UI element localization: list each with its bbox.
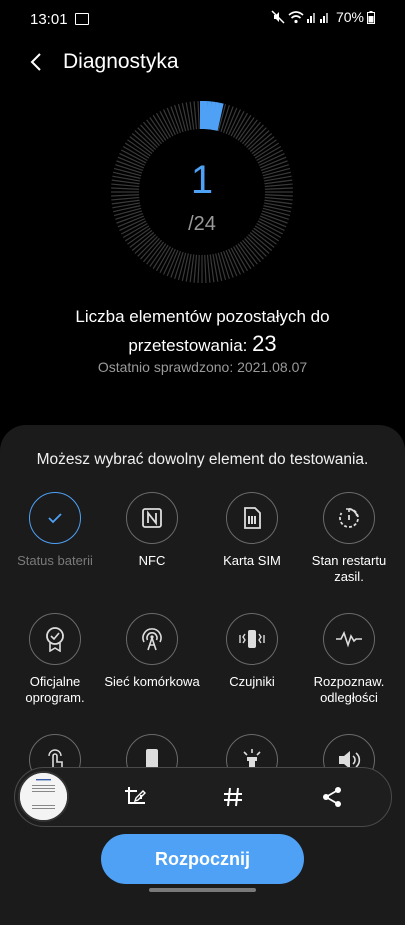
ring-segment-pending bbox=[206, 254, 211, 283]
signal-icon bbox=[306, 13, 328, 23]
test-item-label: Stan restartu zasil. bbox=[311, 553, 387, 584]
test-item-nfc[interactable]: NFC bbox=[102, 492, 202, 569]
test-item-label: Czujniki bbox=[229, 674, 275, 689]
sim-card-icon bbox=[244, 507, 261, 529]
back-button[interactable] bbox=[22, 48, 50, 76]
test-item-circle bbox=[29, 613, 81, 665]
total-count: /24 bbox=[188, 213, 216, 235]
ring-segment-pending bbox=[193, 254, 198, 283]
hashtag-icon bbox=[224, 787, 242, 807]
ring-segment-pending bbox=[152, 244, 169, 270]
mute-icon bbox=[271, 10, 285, 24]
test-item-sim-card[interactable]: Karta SIM bbox=[202, 492, 302, 569]
progress-ring: 1 /24 bbox=[110, 100, 294, 284]
test-item-official-software[interactable]: Oficjalne oprogram. bbox=[5, 613, 105, 706]
test-item-proximity[interactable]: Rozpoznaw. odległości bbox=[299, 613, 399, 706]
screenshot-toolbar bbox=[14, 767, 392, 827]
restart-icon bbox=[339, 508, 359, 528]
start-button[interactable]: Rozpocznij bbox=[101, 834, 304, 884]
status-bar: 13:01 70% bbox=[0, 0, 405, 38]
share-icon bbox=[323, 787, 341, 807]
ring-segment-pending bbox=[235, 114, 252, 140]
certified-badge-icon bbox=[46, 627, 64, 652]
status-icons: 70% bbox=[271, 9, 375, 25]
test-item-sensors[interactable]: Czujniki bbox=[202, 613, 302, 690]
ring-segment-pending bbox=[204, 254, 207, 283]
hashtag-button[interactable] bbox=[218, 782, 248, 812]
screenshot-preview-graphic bbox=[20, 773, 67, 820]
status-time: 13:01 bbox=[30, 11, 68, 28]
check-icon bbox=[48, 513, 62, 524]
remaining-count: 23 bbox=[252, 331, 277, 356]
screenshot-thumbnail[interactable] bbox=[18, 771, 69, 822]
remaining-text: Liczba elementów pozostałych do przetest… bbox=[75, 307, 330, 355]
test-item-circle bbox=[323, 613, 375, 665]
test-item-circle bbox=[29, 492, 81, 544]
test-item-circle bbox=[226, 492, 278, 544]
tested-count: 1 bbox=[190, 158, 214, 202]
antenna-icon bbox=[142, 628, 162, 651]
test-item-circle bbox=[323, 492, 375, 544]
test-item-circle bbox=[126, 492, 178, 544]
test-item-power-restart[interactable]: Stan restartu zasil. bbox=[299, 492, 399, 585]
test-item-label: Oficjalne oprogram. bbox=[25, 674, 85, 705]
home-indicator[interactable] bbox=[149, 888, 256, 892]
test-item-cellular-network[interactable]: Sieć komórkowa bbox=[102, 613, 202, 690]
ring-segment-pending bbox=[124, 142, 150, 159]
crop-edit-icon bbox=[125, 787, 146, 804]
image-icon bbox=[75, 13, 89, 25]
vibration-sensor-icon bbox=[239, 630, 265, 648]
page-title: Diagnostyka bbox=[63, 50, 179, 73]
ring-segment-pending bbox=[254, 142, 280, 159]
ring-segment-pending bbox=[197, 254, 200, 283]
test-item-label: Rozpoznaw. odległości bbox=[313, 674, 385, 705]
last-checked-date: Ostatnio sprawdzono: 2021.08.07 bbox=[97, 359, 308, 375]
panel-hint: Możesz wybrać dowolny element do testowa… bbox=[36, 451, 369, 468]
ring-segment-complete bbox=[202, 100, 208, 130]
share-button[interactable] bbox=[317, 782, 347, 812]
app-bar: Diagnostyka bbox=[0, 40, 405, 84]
crop-edit-button[interactable] bbox=[120, 782, 150, 812]
ring-segment-pending bbox=[193, 101, 198, 130]
test-item-label: Sieć komórkowa bbox=[104, 674, 200, 689]
wifi-icon bbox=[288, 10, 304, 23]
test-item-circle bbox=[226, 613, 278, 665]
battery-percent: 70% bbox=[335, 9, 364, 25]
pulse-icon bbox=[336, 630, 362, 648]
test-item-circle bbox=[126, 613, 178, 665]
test-item-battery-status[interactable]: Status baterii bbox=[5, 492, 105, 569]
remaining-summary: Liczba elementów pozostałych do przetest… bbox=[20, 303, 385, 359]
nfc-icon bbox=[142, 508, 162, 528]
test-item-label: NFC bbox=[138, 553, 166, 568]
ring-segment-pending bbox=[235, 244, 252, 270]
test-item-label: Status baterii bbox=[17, 553, 93, 568]
ring-segment-pending bbox=[152, 114, 169, 140]
ring-segment-pending bbox=[197, 101, 200, 130]
battery-icon bbox=[367, 10, 375, 24]
chevron-left-icon bbox=[30, 53, 41, 71]
test-item-label: Karta SIM bbox=[223, 553, 281, 568]
